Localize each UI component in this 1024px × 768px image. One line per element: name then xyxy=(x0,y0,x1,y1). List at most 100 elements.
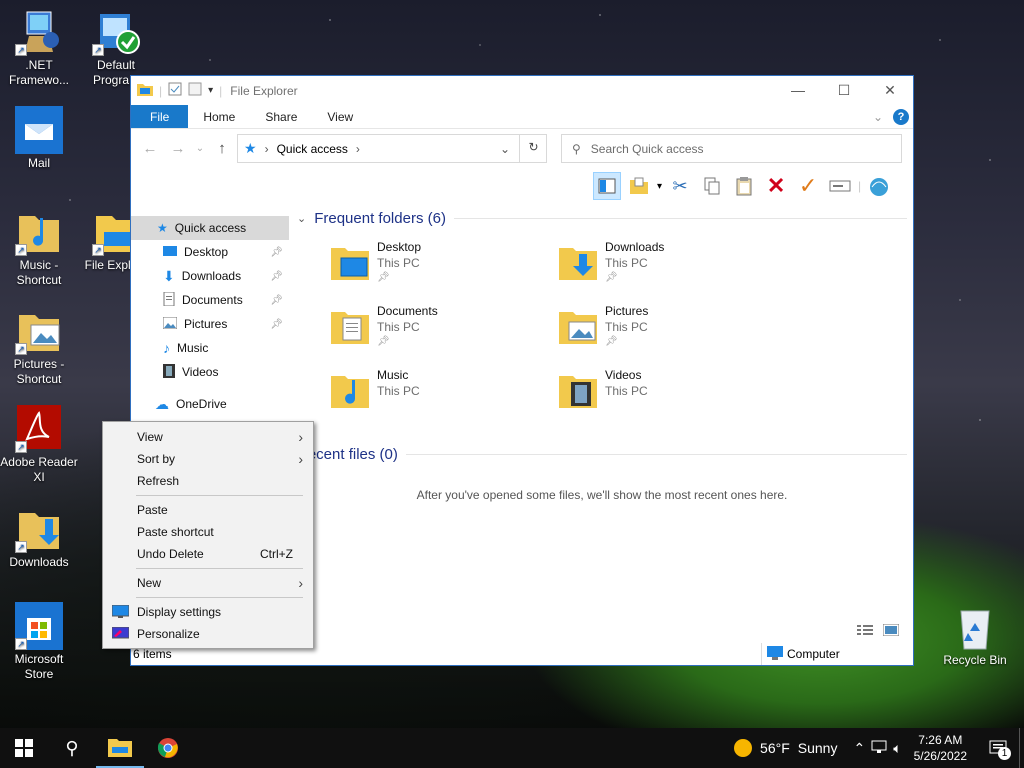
menu-item-paste[interactable]: Paste xyxy=(103,499,313,521)
desktop-icon-microsoft-store[interactable]: ↗ Microsoft Store xyxy=(0,602,78,682)
menu-item-sort-by[interactable]: Sort by › xyxy=(103,448,313,470)
chevron-right-icon[interactable]: › xyxy=(356,142,360,156)
customize-dropdown-icon[interactable]: ▾ xyxy=(208,85,213,96)
tab-view[interactable]: View xyxy=(312,105,368,128)
taskbar: ⚲ 56°F Sunny ⌃ 🔈︎ 7:26 AM 5/26/2022 1 xyxy=(0,728,1024,768)
start-button[interactable] xyxy=(0,728,48,768)
sidebar-item-videos[interactable]: Videos xyxy=(131,360,289,384)
new-item-dropdown-icon[interactable]: ▾ xyxy=(657,181,662,192)
title-bar[interactable]: | ▾ | File Explorer — ☐ ✕ xyxy=(131,76,913,105)
menu-item-personalize[interactable]: Personalize xyxy=(103,623,313,645)
menu-item-display-settings[interactable]: Display settings xyxy=(103,601,313,623)
folder-tile-downloads[interactable]: Downloads This PC 📌︎ xyxy=(559,236,759,292)
rename-check-icon[interactable]: ✓ xyxy=(794,172,822,200)
divider xyxy=(761,643,762,665)
forward-arrow-icon[interactable]: → xyxy=(167,140,189,157)
notification-count-badge: 1 xyxy=(998,747,1011,760)
volume-icon[interactable]: 🔈︎ xyxy=(893,740,901,757)
desktop-icon-recycle-bin[interactable]: Recycle Bin xyxy=(936,603,1014,668)
sidebar-item-onedrive[interactable]: ☁ OneDrive xyxy=(131,392,289,416)
sidebar-item-quick-access[interactable]: ★ Quick access xyxy=(131,216,289,240)
folder-name: Pictures xyxy=(605,304,649,318)
system-tray: 56°F Sunny ⌃ 🔈︎ 7:26 AM 5/26/2022 1 xyxy=(734,728,1024,768)
refresh-button[interactable]: ↻ xyxy=(519,134,547,163)
frequent-folders-header[interactable]: ⌄ Frequent folders (6) xyxy=(297,210,907,227)
recent-files-header[interactable]: Recent files (0) xyxy=(297,446,907,463)
folder-tile-documents[interactable]: Documents This PC 📌︎ xyxy=(331,300,531,356)
windows-logo-icon xyxy=(15,739,33,757)
folder-tile-music[interactable]: Music This PC xyxy=(331,364,531,420)
delete-icon[interactable]: ✕ xyxy=(762,172,790,200)
search-button[interactable]: ⚲ xyxy=(48,728,96,768)
ribbon-tabs: File Home Share View ⌄ ? xyxy=(131,105,913,129)
desktop-icon-label: .NET Framewo... xyxy=(8,58,69,87)
navigation-pane-icon[interactable] xyxy=(593,172,621,200)
desktop-context-menu: View › Sort by › Refresh Paste Paste short… xyxy=(102,421,314,649)
address-bar[interactable]: ★ › Quick access › ⌄ xyxy=(237,134,547,163)
desktop-icon-music-shortcut[interactable]: ↗ Music - Shortcut xyxy=(0,208,78,288)
minimize-button[interactable]: — xyxy=(775,76,821,105)
desktop-icon-downloads[interactable]: ↗ Downloads xyxy=(0,505,78,570)
menu-separator xyxy=(136,568,303,569)
sidebar-item-pictures[interactable]: Pictures 📌︎ xyxy=(131,312,289,336)
expand-ribbon-icon[interactable]: ⌄ xyxy=(873,110,883,124)
sidebar-item-music[interactable]: ♪ Music xyxy=(131,336,289,360)
folder-location: This PC xyxy=(605,320,648,334)
help-icon[interactable]: ? xyxy=(893,108,909,125)
pin-icon: 📌︎ xyxy=(270,318,283,330)
rename-icon[interactable] xyxy=(826,172,854,200)
chevron-up-icon[interactable]: ⌃ xyxy=(853,740,865,757)
desktop-icon-adobe-reader[interactable]: ↗ Adobe Reader XI xyxy=(0,405,78,485)
pictures-folder-icon: ↗ xyxy=(15,307,63,355)
star-icon: ★ xyxy=(157,221,168,235)
tab-home[interactable]: Home xyxy=(188,105,250,128)
address-history-dropdown-icon[interactable]: ⌄ xyxy=(500,142,510,156)
desktop-icon-pictures-shortcut[interactable]: ↗ Pictures - Shortcut xyxy=(0,307,78,387)
properties-icon[interactable] xyxy=(168,82,182,99)
folder-tile-pictures[interactable]: Pictures This PC 📌︎ xyxy=(559,300,759,356)
sidebar-item-downloads[interactable]: ⬇ Downloads 📌︎ xyxy=(131,264,289,288)
desktop-icon-dotnet[interactable]: ↗ .NET Framewo... xyxy=(0,8,78,88)
folder-tile-videos[interactable]: Videos This PC xyxy=(559,364,759,420)
back-arrow-icon[interactable]: ← xyxy=(139,140,161,157)
taskbar-file-explorer[interactable] xyxy=(96,728,144,768)
sidebar-item-desktop[interactable]: Desktop 📌︎ xyxy=(131,240,289,264)
copy-icon[interactable] xyxy=(698,172,726,200)
menu-item-undo-delete[interactable]: Undo Delete Ctrl+Z xyxy=(103,543,313,565)
show-desktop-button[interactable] xyxy=(1019,728,1024,768)
recent-locations-icon[interactable]: ⌄ xyxy=(195,143,205,154)
tab-file[interactable]: File xyxy=(131,105,189,128)
music-folder-icon xyxy=(331,376,369,408)
network-icon[interactable] xyxy=(871,740,887,757)
folder-tile-desktop[interactable]: Desktop This PC 📌︎ xyxy=(331,236,531,292)
menu-item-new[interactable]: New › xyxy=(103,572,313,594)
new-item-icon[interactable] xyxy=(625,172,653,200)
item-count: 6 items xyxy=(133,647,172,661)
pin-icon: 📌︎ xyxy=(377,336,390,347)
cut-icon[interactable]: ✂ xyxy=(666,172,694,200)
address-location[interactable]: Quick access xyxy=(277,142,348,156)
maximize-button[interactable]: ☐ xyxy=(821,76,867,105)
desktop-icon-mail[interactable]: Mail xyxy=(0,106,78,171)
weather-widget[interactable]: 56°F Sunny xyxy=(734,739,837,757)
folder-location: This PC xyxy=(377,320,420,334)
large-icons-view-icon[interactable] xyxy=(882,623,900,639)
sidebar-item-documents[interactable]: Documents 📌︎ xyxy=(131,288,289,312)
search-box[interactable]: ⚲ Search Quick access xyxy=(561,134,902,163)
up-arrow-icon[interactable]: ↑ xyxy=(211,140,233,157)
menu-item-refresh[interactable]: Refresh xyxy=(103,470,313,492)
close-button[interactable]: ✕ xyxy=(867,76,913,105)
quick-access-star-icon: ★ xyxy=(244,140,257,156)
paste-icon[interactable] xyxy=(730,172,758,200)
menu-separator xyxy=(136,597,303,598)
details-view-icon[interactable] xyxy=(857,624,873,639)
new-folder-icon[interactable] xyxy=(188,82,202,99)
clock[interactable]: 7:26 AM 5/26/2022 xyxy=(914,732,967,764)
properties-shell-icon[interactable] xyxy=(865,172,893,200)
action-center-button[interactable]: 1 xyxy=(983,728,1013,768)
tab-share[interactable]: Share xyxy=(250,105,312,128)
chevron-right-icon[interactable]: › xyxy=(265,142,269,156)
menu-item-paste-shortcut[interactable]: Paste shortcut xyxy=(103,521,313,543)
taskbar-chrome[interactable] xyxy=(144,728,192,768)
menu-item-view[interactable]: View › xyxy=(103,426,313,448)
